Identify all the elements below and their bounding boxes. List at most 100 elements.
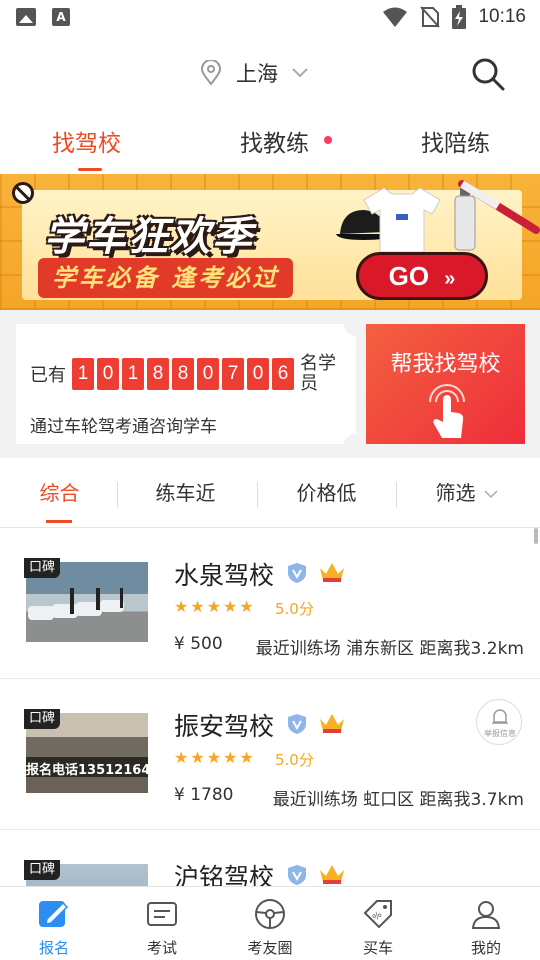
no-sim-icon (420, 6, 441, 28)
card-notch-top (344, 314, 366, 336)
star-icon: ★ (223, 748, 238, 767)
crown-icon (320, 714, 344, 733)
battery-charging-icon (452, 5, 467, 29)
stats-card: 已有 1 0 1 8 8 0 7 0 6 名学员 通过车轮驾考通咨询学车 (16, 324, 356, 444)
stats-subtitle: 通过车轮驾考通咨询学车 (30, 417, 217, 437)
star-icon: ★ (174, 597, 189, 616)
stats-section: 已有 1 0 1 8 8 0 7 0 6 名学员 通过车轮驾考通咨询学车 帮我找… (0, 310, 540, 458)
counter-digit: 6 (272, 358, 294, 390)
school-card-zhenan[interactable]: 报名电话13512164243 口碑 振安驾校 举报信息 ★ ★ ★ ★ ★ 5… (0, 679, 540, 830)
school-name: 沪铭驾校 (174, 863, 275, 886)
pen-icon (458, 180, 540, 234)
report-button[interactable]: 举报信息 (476, 699, 522, 745)
star-icon: ★ (206, 748, 222, 767)
clock: 10:16 (478, 6, 526, 27)
price: ¥ 1780 (174, 785, 234, 805)
star-icon: ★ (239, 748, 254, 767)
location-pin-icon (200, 60, 222, 86)
nav-label: 考试 (146, 939, 177, 957)
go-label: GO (388, 261, 430, 291)
verified-icon (288, 563, 306, 583)
tab-find-coach[interactable]: 找教练 (240, 124, 309, 158)
report-label: 举报信息 (484, 729, 516, 738)
crown-icon (320, 563, 344, 582)
crown-icon (320, 865, 344, 884)
student-counter: 1 0 1 8 8 0 7 0 6 (72, 358, 294, 390)
nav-buy-car[interactable]: % 买车 (324, 887, 432, 960)
prohibited-icon (12, 182, 34, 204)
signup-icon (39, 901, 69, 927)
rating-stars: ★ ★ ★ ★ ★ (174, 749, 254, 767)
star-icon: ★ (239, 597, 254, 616)
tab-find-school[interactable]: 找驾校 (52, 124, 121, 158)
tap-hand-icon (429, 384, 465, 438)
filter-comprehensive[interactable]: 综合 (0, 458, 127, 528)
counter-digit: 1 (122, 358, 144, 390)
nav-label: 我的 (470, 939, 501, 957)
filter-price-low[interactable]: 价格低 (259, 458, 394, 528)
star-icon: ★ (206, 597, 222, 616)
go-arrow: » (444, 268, 456, 290)
school-card-huming[interactable]: 口碑 沪铭驾校 (0, 830, 540, 886)
notification-dot (324, 136, 332, 144)
search-icon[interactable] (470, 56, 506, 92)
nav-community[interactable]: 考友圈 (216, 887, 324, 960)
filter-divider (257, 482, 258, 508)
go-button[interactable]: GO » (356, 252, 488, 300)
star-icon: ★ (190, 748, 205, 767)
tab-find-practice[interactable]: 找陪练 (421, 124, 490, 158)
nav-profile[interactable]: 我的 (432, 887, 540, 960)
discount-tag-icon: % (363, 900, 392, 929)
promo-banner[interactable]: 学车狂欢季 学车必备 逢考必过 GO » (0, 174, 540, 310)
city-selector[interactable]: 上海 (200, 58, 308, 88)
reputation-badge: 口碑 (24, 860, 61, 880)
reputation-badge: 口碑 (24, 709, 61, 729)
school-card-shuiquan[interactable]: 口碑 水泉驾校 ★ ★ ★ ★ ★ 5.0分 ¥ 500 最近训练场 浦东新区 … (0, 528, 540, 679)
verified-icon (288, 714, 306, 734)
card-notch-bottom (344, 434, 366, 456)
banner-subtitle: 学车必备 逢考必过 (38, 258, 294, 298)
alarm-icon (492, 709, 508, 724)
stats-suffix: 名学员 (300, 353, 336, 394)
status-bar: A 10:16 (0, 0, 540, 38)
sort-filter-bar: 综合 练车近 价格低 筛选 (0, 458, 540, 528)
wifi-icon (383, 7, 408, 27)
filter-screen[interactable]: 筛选 (388, 458, 523, 528)
nav-label: 买车 (362, 939, 393, 957)
find-school-button[interactable]: 帮我找驾校 (366, 324, 525, 444)
chevron-down-icon (484, 490, 498, 499)
filter-nearby[interactable]: 练车近 (118, 458, 253, 528)
counter-digit: 1 (72, 358, 94, 390)
nav-signup[interactable]: 报名 (0, 887, 108, 960)
reputation-badge: 口碑 (24, 558, 61, 578)
scrollbar[interactable] (534, 528, 538, 544)
header: 上海 (0, 38, 540, 110)
school-name: 水泉驾校 (174, 561, 275, 590)
school-name: 振安驾校 (174, 712, 275, 741)
chevron-down-icon (292, 68, 308, 78)
city-name: 上海 (236, 62, 278, 86)
nav-exam[interactable]: 考试 (108, 887, 216, 960)
tshirt-icon (363, 187, 441, 253)
bottom-navigation: 报名 考试 考友圈 % 买车 我的 (0, 886, 540, 960)
counter-digit: 7 (222, 358, 244, 390)
star-icon: ★ (223, 597, 238, 616)
rating-score: 5.0分 (275, 600, 314, 618)
counter-digit: 8 (147, 358, 169, 390)
active-tab-indicator (78, 168, 102, 171)
star-icon: ★ (190, 597, 205, 616)
rating-stars: ★ ★ ★ ★ ★ (174, 598, 254, 616)
stats-prefix: 已有 (30, 365, 66, 386)
star-icon: ★ (174, 748, 189, 767)
nav-label: 考友圈 (247, 939, 293, 957)
counter-digit: 0 (197, 358, 219, 390)
nav-label: 报名 (38, 939, 69, 957)
counter-digit: 0 (247, 358, 269, 390)
verified-icon (288, 865, 306, 885)
a-notification-icon: A (52, 8, 70, 26)
find-school-label: 帮我找驾校 (390, 352, 501, 377)
active-filter-indicator (46, 520, 72, 523)
image-notification-icon (16, 8, 36, 26)
rating-score: 5.0分 (275, 751, 314, 769)
nearest-training-ground: 最近训练场 浦东新区 距离我3.2km (255, 639, 524, 659)
